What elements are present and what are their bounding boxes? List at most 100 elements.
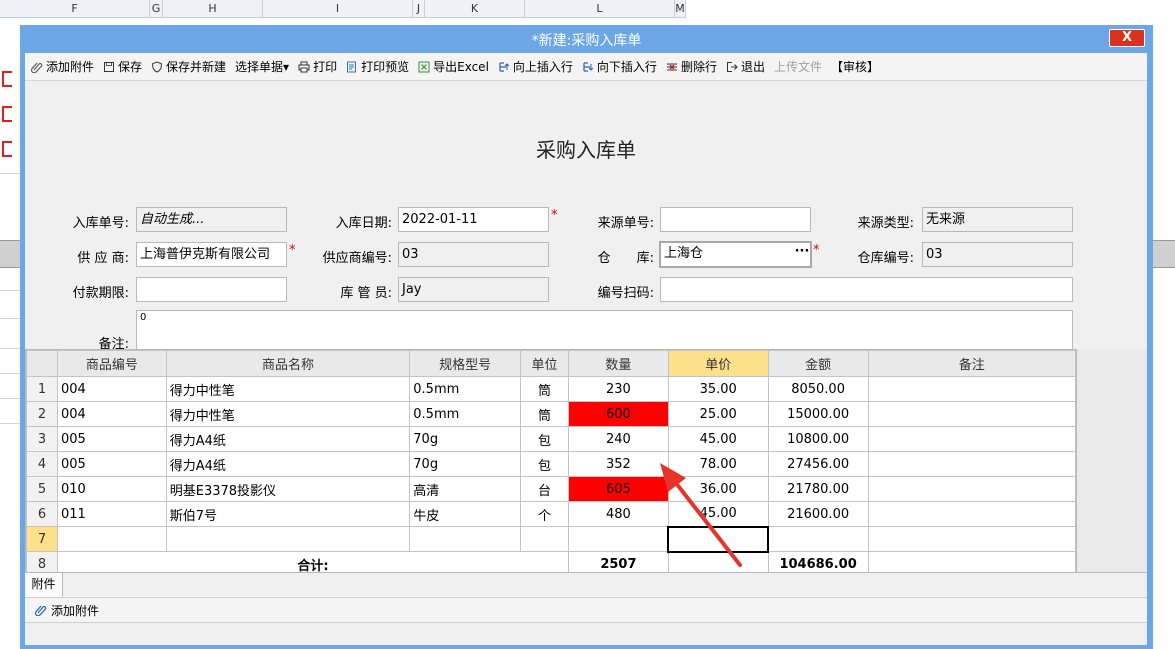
cell-amount[interactable]: 27456.00 (767, 451, 869, 477)
cell-unit[interactable]: 包 (520, 451, 570, 477)
cell-amount[interactable]: 21780.00 (767, 476, 869, 502)
save-and-new-button[interactable]: 保存并新建 (151, 56, 226, 78)
warehouse-code-field[interactable]: 03 (922, 242, 1073, 267)
cell-note[interactable] (867, 376, 1077, 402)
cell-qty[interactable]: 352 (568, 451, 669, 477)
cell-name[interactable]: 得力中性笔 (165, 401, 411, 427)
upload-file-button[interactable]: 上传文件 (774, 56, 822, 78)
close-button[interactable]: X (1109, 29, 1145, 47)
column-header-k[interactable]: K (425, 0, 525, 18)
table-row[interactable]: 3 005 得力A4纸 70g 包 240 45.00 10800.00 (26, 426, 1077, 452)
cell-unit[interactable]: 个 (520, 501, 570, 527)
column-header-price[interactable]: 单价 (667, 350, 769, 377)
cell-qty[interactable]: 480 (568, 501, 669, 527)
cell-qty-flagged[interactable]: 600 (568, 401, 669, 427)
cell-note[interactable] (867, 501, 1077, 527)
cell-amount[interactable] (767, 526, 869, 552)
order-no-field[interactable]: 自动生成... (136, 207, 287, 232)
column-header-qty[interactable]: 数量 (568, 350, 669, 377)
exit-button[interactable]: 退出 (726, 56, 765, 78)
cell-note[interactable] (867, 401, 1077, 427)
cell-amount[interactable]: 8050.00 (767, 376, 869, 402)
payment-term-field[interactable] (136, 277, 287, 302)
cell-name[interactable]: 得力A4纸 (165, 426, 411, 452)
audit-button[interactable]: 【审核】 (831, 56, 879, 78)
column-header-l[interactable]: L (525, 0, 675, 18)
cell-qty-flagged[interactable]: 605 (568, 476, 669, 502)
cell-spec[interactable]: 70g (409, 451, 522, 477)
print-button[interactable]: 打印 (298, 56, 337, 78)
keeper-field[interactable]: Jay (398, 277, 549, 302)
window-titlebar[interactable]: *新建:采购入库单 X (20, 25, 1153, 53)
cell-name[interactable]: 得力中性笔 (165, 376, 411, 402)
scan-field[interactable] (660, 277, 1073, 302)
cell-code[interactable]: 004 (56, 401, 167, 427)
export-excel-button[interactable]: 导出Excel (418, 56, 489, 78)
warehouse-field[interactable]: 上海仓 ··· (659, 241, 812, 268)
cell-note[interactable] (867, 451, 1077, 477)
cell-qty[interactable]: 230 (568, 376, 669, 402)
cell-name[interactable]: 明基E3378投影仪 (165, 476, 411, 502)
cell-spec[interactable]: 高清 (409, 476, 522, 502)
column-header-i[interactable]: I (263, 0, 413, 18)
cell-code[interactable]: 011 (56, 501, 167, 527)
print-preview-button[interactable]: 打印预览 (346, 56, 409, 78)
cell-code[interactable]: 004 (56, 376, 167, 402)
table-row-empty[interactable]: 7 (26, 525, 1077, 553)
cell-name[interactable] (165, 526, 411, 552)
add-attachment-button[interactable]: 添加附件 (31, 56, 94, 78)
column-header-m[interactable]: M (675, 0, 686, 18)
column-header-f[interactable]: F (0, 0, 150, 18)
column-header-unit[interactable]: 单位 (520, 350, 570, 377)
cell-name[interactable]: 得力A4纸 (165, 451, 411, 477)
select-document-dropdown[interactable]: 选择单据▾ (235, 56, 289, 78)
column-header-code[interactable]: 商品编号 (56, 350, 167, 377)
table-row[interactable]: 6 011 斯伯7号 牛皮 个 480 45.00 21600.00 (26, 501, 1077, 527)
column-header-name[interactable]: 商品名称 (165, 350, 411, 377)
column-header-amount[interactable]: 金额 (767, 350, 869, 377)
cell-amount[interactable]: 21600.00 (767, 501, 869, 527)
warehouse-picker-button[interactable]: ··· (794, 243, 810, 264)
cell-price[interactable]: 78.00 (667, 451, 769, 477)
cell-spec[interactable]: 0.5mm (409, 376, 522, 402)
column-header-h[interactable]: H (163, 0, 263, 18)
delete-row-button[interactable]: 删除行 (666, 56, 717, 78)
cell-spec[interactable] (409, 526, 522, 552)
cell-note[interactable] (867, 426, 1077, 452)
column-header-j[interactable]: J (413, 0, 425, 18)
cell-amount[interactable]: 10800.00 (767, 426, 869, 452)
cell-note[interactable] (867, 476, 1077, 502)
cell-code[interactable]: 010 (56, 476, 167, 502)
cell-unit[interactable]: 筒 (520, 376, 570, 402)
insert-row-above-button[interactable]: 向上插入行 (498, 56, 573, 78)
cell-code[interactable] (56, 526, 167, 552)
cell-spec[interactable]: 0.5mm (409, 401, 522, 427)
cell-spec[interactable]: 牛皮 (409, 501, 522, 527)
cell-price[interactable]: 36.00 (667, 476, 769, 502)
cell-price[interactable]: 45.00 (667, 426, 769, 452)
column-header-g[interactable]: G (150, 0, 163, 18)
cell-code[interactable]: 005 (56, 451, 167, 477)
table-row[interactable]: 2 004 得力中性笔 0.5mm 筒 600 25.00 15000.00 (26, 401, 1077, 427)
source-type-field[interactable]: 无来源 (922, 207, 1073, 232)
cell-spec[interactable]: 70g (409, 426, 522, 452)
cell-amount[interactable]: 15000.00 (767, 401, 869, 427)
supplier-field[interactable]: 上海普伊克斯有限公司 (136, 242, 287, 267)
cell-price[interactable]: 45.00 (667, 501, 769, 527)
table-row[interactable]: 4 005 得力A4纸 70g 包 352 78.00 27456.00 (26, 451, 1077, 477)
cell-unit[interactable] (520, 526, 570, 552)
supplier-code-field[interactable]: 03 (398, 242, 549, 267)
cell-code[interactable]: 005 (56, 426, 167, 452)
table-row[interactable]: 1 004 得力中性笔 0.5mm 筒 230 35.00 8050.00 (26, 376, 1077, 402)
table-row[interactable]: 5 010 明基E3378投影仪 高清 台 605 36.00 21780.00 (26, 476, 1077, 502)
cell-unit[interactable]: 台 (520, 476, 570, 502)
cell-note[interactable] (867, 526, 1077, 552)
cell-price[interactable]: 35.00 (667, 376, 769, 402)
cell-name[interactable]: 斯伯7号 (165, 501, 411, 527)
tab-attachments[interactable]: 附件 (25, 573, 63, 597)
source-no-field[interactable] (660, 207, 811, 232)
cell-price-selected[interactable] (667, 525, 770, 553)
cell-qty[interactable]: 240 (568, 426, 669, 452)
insert-row-below-button[interactable]: 向下插入行 (582, 56, 657, 78)
column-header-note[interactable]: 备注 (867, 350, 1077, 377)
